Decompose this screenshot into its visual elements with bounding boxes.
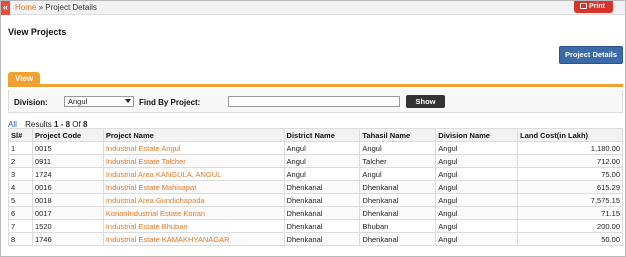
cell-sl: 7	[8, 219, 33, 233]
cell-land-cost: 200.00	[517, 219, 623, 233]
header-district-name: District Name	[283, 128, 361, 142]
table-row: 5 0018 Industrial Area Gundichapada Dhenkan…	[8, 193, 623, 207]
division-select-value: Angul	[68, 97, 88, 106]
division-select[interactable]: Angul	[64, 96, 134, 107]
cell-project-code: 0016	[31, 180, 104, 194]
cell-project-code: 0017	[31, 206, 104, 220]
cell-land-cost: 615.29	[517, 180, 623, 194]
cell-project-code: 1520	[31, 219, 104, 233]
chevron-down-icon	[125, 99, 131, 103]
division-label: Division:	[14, 98, 48, 107]
cell-district-name: Angul	[283, 154, 361, 168]
cell-district-name: Dhenkanal	[283, 206, 361, 220]
cell-land-cost: 712.00	[517, 154, 623, 168]
cell-tahasil-name: Dhenkanal	[359, 206, 437, 220]
cell-project-name[interactable]: Industrial Estate Talcher	[102, 154, 285, 168]
printer-icon	[580, 3, 587, 9]
cell-sl: 2	[8, 154, 33, 168]
header-project-code: Project Code	[31, 128, 104, 142]
print-label: Print	[589, 3, 605, 10]
page-title: View Projects	[8, 27, 67, 37]
cell-tahasil-name: Bhuban	[359, 219, 437, 233]
cell-project-name[interactable]: Industrial Estate Bhuban	[102, 219, 285, 233]
cell-division-name: Angul	[435, 180, 519, 194]
table-row: 2 0911 Industrial Estate Talcher Angul Talch…	[8, 154, 623, 168]
header-project-name: Project Name	[102, 128, 285, 142]
show-button[interactable]: Show	[406, 95, 445, 108]
cell-division-name: Angul	[435, 206, 519, 220]
header-division-name: Division Name	[435, 128, 519, 142]
cell-district-name: Dhenkanal	[283, 180, 361, 194]
table-header-row: Sl# Project Code Project Name District N…	[8, 128, 623, 142]
cell-project-code: 0015	[31, 141, 104, 155]
cell-sl: 5	[8, 193, 33, 207]
find-by-project-label: Find By Project:	[139, 98, 201, 107]
cell-sl: 3	[8, 167, 33, 181]
cell-sl: 4	[8, 180, 33, 194]
header-tahasil-name: Tahasil Name	[359, 128, 437, 142]
cell-district-name: Angul	[283, 141, 361, 155]
cell-project-code: 1746	[31, 232, 104, 246]
tab-bar: View	[8, 72, 623, 87]
cell-land-cost: 50.00	[517, 232, 623, 246]
collapse-handle[interactable]: «	[1, 1, 10, 15]
breadcrumb-bar: « Home » Project Details Print	[1, 1, 625, 15]
breadcrumb-home-link[interactable]: Home	[15, 3, 36, 12]
cell-district-name: Dhenkanal	[283, 193, 361, 207]
cell-project-name[interactable]: Industrial Area KANGULA, ANGUL	[102, 167, 285, 181]
cell-sl: 8	[8, 232, 33, 246]
cell-tahasil-name: Dhenkanal	[359, 193, 437, 207]
breadcrumb-separator: »	[38, 3, 44, 12]
cell-division-name: Angul	[435, 219, 519, 233]
cell-sl: 1	[8, 141, 33, 155]
cell-tahasil-name: Talcher	[359, 154, 437, 168]
cell-tahasil-name: Dhenkanal	[359, 232, 437, 246]
header-sl: Sl#	[8, 128, 33, 142]
cell-division-name: Angul	[435, 232, 519, 246]
cell-division-name: Angul	[435, 141, 519, 155]
cell-project-code: 0911	[31, 154, 104, 168]
table-row: 3 1724 Industrial Area KANGULA, ANGUL Angul…	[8, 167, 623, 181]
cell-land-cost: 1,180.00	[517, 141, 623, 155]
table-row: 4 0016 Industrial Estate Mahisapat Dhenkana…	[8, 180, 623, 194]
breadcrumb: Home » Project Details	[15, 3, 97, 13]
project-details-button[interactable]: Project Details	[559, 46, 623, 64]
cell-tahasil-name: Dhenkanal	[359, 180, 437, 194]
cell-district-name: Angul	[283, 167, 361, 181]
cell-sl: 6	[8, 206, 33, 220]
cell-land-cost: 75.00	[517, 167, 623, 181]
tab-view[interactable]: View	[8, 72, 40, 85]
find-by-project-input[interactable]	[228, 96, 400, 107]
cell-project-code: 1724	[31, 167, 104, 181]
cell-project-name[interactable]: KorianIndustrial Estate Korian	[102, 206, 285, 220]
cell-project-name[interactable]: Industrial Estate Mahisapat	[102, 180, 285, 194]
cell-division-name: Angul	[435, 193, 519, 207]
filter-panel: Division: Angul Find By Project: Show	[8, 90, 623, 113]
cell-project-code: 0018	[31, 193, 104, 207]
cell-tahasil-name: Angul	[359, 167, 437, 181]
cell-project-name[interactable]: Industrial Estate Angul	[102, 141, 285, 155]
projects-table: Sl# Project Code Project Name District N…	[8, 128, 623, 246]
table-row: 1 0015 Industrial Estate Angul Angul Angul An…	[8, 141, 623, 155]
table-row: 7 1520 Industrial Estate Bhuban Dhenkanal Bh…	[8, 219, 623, 233]
breadcrumb-current: Project Details	[45, 3, 97, 12]
cell-project-name[interactable]: Industrial Estate KAMAKHYANAGAR	[102, 232, 285, 246]
table-row: 6 0017 KorianIndustrial Estate Korian Dhenk…	[8, 206, 623, 220]
header-land-cost: Land Cost(in Lakh)	[517, 128, 623, 142]
cell-division-name: Angul	[435, 154, 519, 168]
cell-land-cost: 71.15	[517, 206, 623, 220]
cell-district-name: Dhenkanal	[283, 232, 361, 246]
print-button[interactable]: Print	[574, 1, 613, 13]
table-row: 8 1746 Industrial Estate KAMAKHYANAGAR Dhen…	[8, 232, 623, 246]
cell-district-name: Dhenkanal	[283, 219, 361, 233]
cell-tahasil-name: Angul	[359, 141, 437, 155]
cell-land-cost: 7,575.15	[517, 193, 623, 207]
cell-division-name: Angul	[435, 167, 519, 181]
cell-project-name[interactable]: Industrial Area Gundichapada	[102, 193, 285, 207]
